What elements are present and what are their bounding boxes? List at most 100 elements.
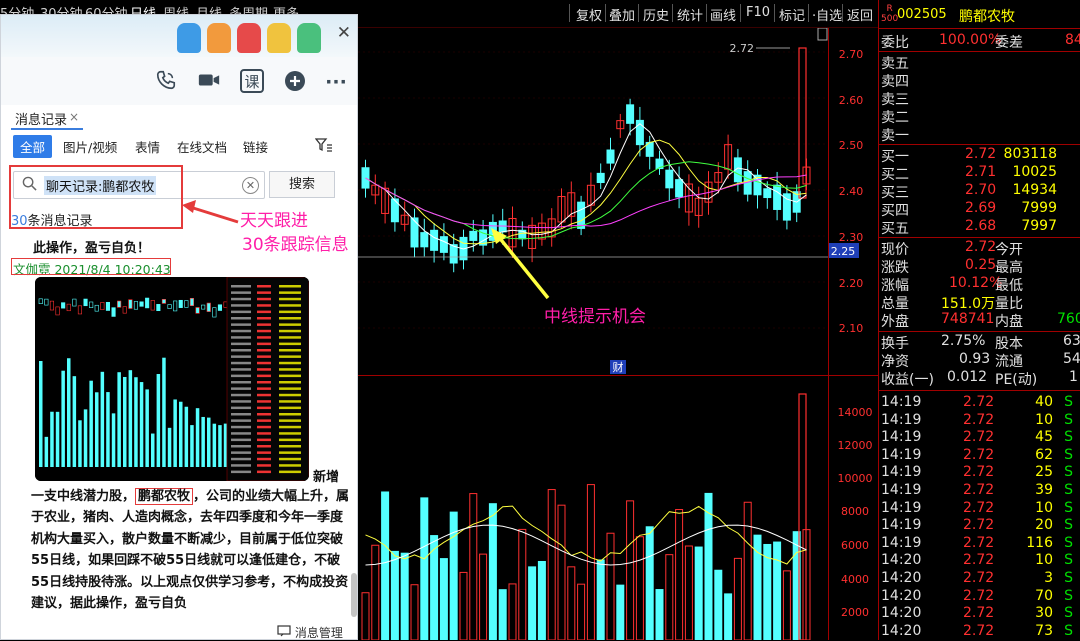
stats-button[interactable]: 统计 xyxy=(677,5,703,24)
volume-bar xyxy=(665,554,674,640)
clear-icon[interactable]: ✕ xyxy=(242,177,259,194)
volume-bar xyxy=(714,569,723,640)
thumbnail-text xyxy=(279,413,301,416)
tab-message-history[interactable]: 消息记录 xyxy=(15,109,67,128)
thumbnail-text xyxy=(279,368,301,371)
fuquan-button[interactable]: 复权 xyxy=(576,5,602,24)
sell-row[interactable]: 卖三 xyxy=(879,89,1080,108)
thumbnail-text xyxy=(231,445,251,448)
annotation-text: 中线提示机会 xyxy=(544,307,646,327)
message-management-link[interactable]: 消息管理 xyxy=(277,624,343,639)
stat-row: 净资 0.93 流通 54 xyxy=(879,351,1080,370)
stat-label: 涨跌 xyxy=(881,260,909,276)
volume-bar xyxy=(459,571,468,640)
thumbnail-text xyxy=(279,464,301,467)
tick-row[interactable]: 14:19 2.72 25 S xyxy=(879,464,1080,482)
thumbnail-text xyxy=(279,355,301,358)
desktop: 5分钟 30分钟 60分钟 日线 周线 月线 多周期 更多 复权 叠加 历史 统… xyxy=(0,0,1080,640)
volume-chart[interactable] xyxy=(358,380,878,640)
chat-toolbar: 课 ··· xyxy=(1,57,357,105)
thumbnail-volume-bar xyxy=(106,392,110,467)
tab-links[interactable]: 链接 xyxy=(243,137,268,156)
thumbnail-text xyxy=(231,361,251,365)
thumbnail-text xyxy=(279,381,301,384)
scrollbar[interactable] xyxy=(351,573,357,617)
thumbnail-volume-bar xyxy=(100,371,105,467)
lesson-icon[interactable]: 课 xyxy=(240,69,264,93)
annotation-text: 天天跟进 xyxy=(240,211,308,231)
thumbnail-volume-bar xyxy=(134,377,138,467)
thumbnail-volume-bar xyxy=(179,401,183,467)
thumbnail-text xyxy=(231,374,251,378)
back-button[interactable]: 返回 xyxy=(847,5,873,24)
tick-row[interactable]: 14:20 2.72 73 S xyxy=(879,623,1080,641)
tick-row[interactable]: 14:19 2.72 116 S xyxy=(879,535,1080,553)
phone-icon[interactable] xyxy=(153,69,179,95)
volume-tick: 14000 xyxy=(838,406,873,419)
tick-row[interactable]: 14:19 2.72 45 S xyxy=(879,429,1080,447)
tab-emoji[interactable]: 表情 xyxy=(135,137,160,156)
thumbnail-volume-bar xyxy=(55,411,60,467)
tick-row[interactable]: 14:19 2.72 40 S xyxy=(879,394,1080,412)
volume-bar xyxy=(371,544,380,640)
tick-row[interactable]: 14:19 2.72 10 S xyxy=(879,412,1080,430)
add-icon[interactable] xyxy=(282,69,308,95)
favorite-button[interactable]: ·自选 xyxy=(812,5,842,24)
sell-row[interactable]: 卖二 xyxy=(879,107,1080,126)
thumbnail-candle xyxy=(189,297,194,306)
quote-divider xyxy=(879,331,1080,332)
candlestick-chart[interactable]: 2.72 财 xyxy=(358,28,878,380)
candle-body xyxy=(577,201,586,229)
tick-row[interactable]: 14:20 2.72 3 S xyxy=(879,570,1080,588)
message-text-part: 一支中线潜力股， xyxy=(31,489,136,504)
sell-row[interactable]: 卖五 xyxy=(879,53,1080,72)
history-button[interactable]: 历史 xyxy=(643,5,669,24)
buy-row[interactable]: 买四 2.69 7999 xyxy=(879,200,1080,219)
buy-row[interactable]: 买二 2.71 10025 xyxy=(879,164,1080,183)
candle-body xyxy=(773,184,782,210)
tick-side: S xyxy=(1064,429,1073,446)
tab-media[interactable]: 图片/视频 xyxy=(63,137,117,156)
price-tick: 2.20 xyxy=(839,277,864,290)
overlay-button[interactable]: 叠加 xyxy=(609,5,635,24)
buy-row[interactable]: 买一 2.72 803118 xyxy=(879,146,1080,165)
chart-screenshot-thumbnail[interactable] xyxy=(35,277,309,481)
thumbnail-volume-bar xyxy=(190,425,194,467)
search-button[interactable]: 搜索 xyxy=(269,171,335,198)
thumbnail-volume-bar xyxy=(89,380,93,467)
close-icon[interactable]: ✕ xyxy=(337,23,351,43)
volume-bar xyxy=(439,558,448,640)
sell-row[interactable]: 卖四 xyxy=(879,71,1080,90)
thumbnail-candle xyxy=(83,298,88,307)
stock-code: 002505 xyxy=(897,7,947,22)
more-icon[interactable]: ··· xyxy=(323,69,349,95)
thumbnail-text xyxy=(257,368,271,371)
tick-row[interactable]: 14:19 2.72 20 S xyxy=(879,517,1080,535)
buy-row[interactable]: 买三 2.70 14934 xyxy=(879,182,1080,201)
volume-bar xyxy=(645,526,654,640)
filter-icon[interactable] xyxy=(314,137,333,157)
mark-button[interactable]: 标记 xyxy=(779,5,805,24)
thumbnail-text xyxy=(257,438,271,442)
tab-docs[interactable]: 在线文档 xyxy=(177,137,227,156)
tick-volume: 62 xyxy=(1035,446,1053,463)
tab-all[interactable]: 全部 xyxy=(13,135,53,158)
tab-close-icon[interactable]: × xyxy=(69,110,79,124)
buy-row[interactable]: 买五 2.68 7997 xyxy=(879,218,1080,237)
tick-row[interactable]: 14:19 2.72 39 S xyxy=(879,482,1080,500)
volume-bar xyxy=(626,500,635,640)
tick-row[interactable]: 14:20 2.72 10 S xyxy=(879,552,1080,570)
tick-row[interactable]: 14:20 2.72 70 S xyxy=(879,588,1080,606)
tick-row[interactable]: 14:19 2.72 62 S xyxy=(879,447,1080,465)
sell-row[interactable]: 卖一 xyxy=(879,125,1080,144)
thumbnail-text xyxy=(279,349,301,352)
video-icon[interactable] xyxy=(196,69,222,95)
thumbnail-text xyxy=(257,451,271,454)
tick-row[interactable]: 14:19 2.72 10 S xyxy=(879,500,1080,518)
chat-banner: ✕ xyxy=(1,15,357,57)
stat-row: 总量 151.0万 量比 xyxy=(879,293,1080,312)
tick-row[interactable]: 14:20 2.72 30 S xyxy=(879,605,1080,623)
draw-line-button[interactable]: 画线 xyxy=(710,5,736,24)
chart-expand-icon[interactable] xyxy=(817,28,828,41)
f10-button[interactable]: F10 xyxy=(746,5,770,20)
